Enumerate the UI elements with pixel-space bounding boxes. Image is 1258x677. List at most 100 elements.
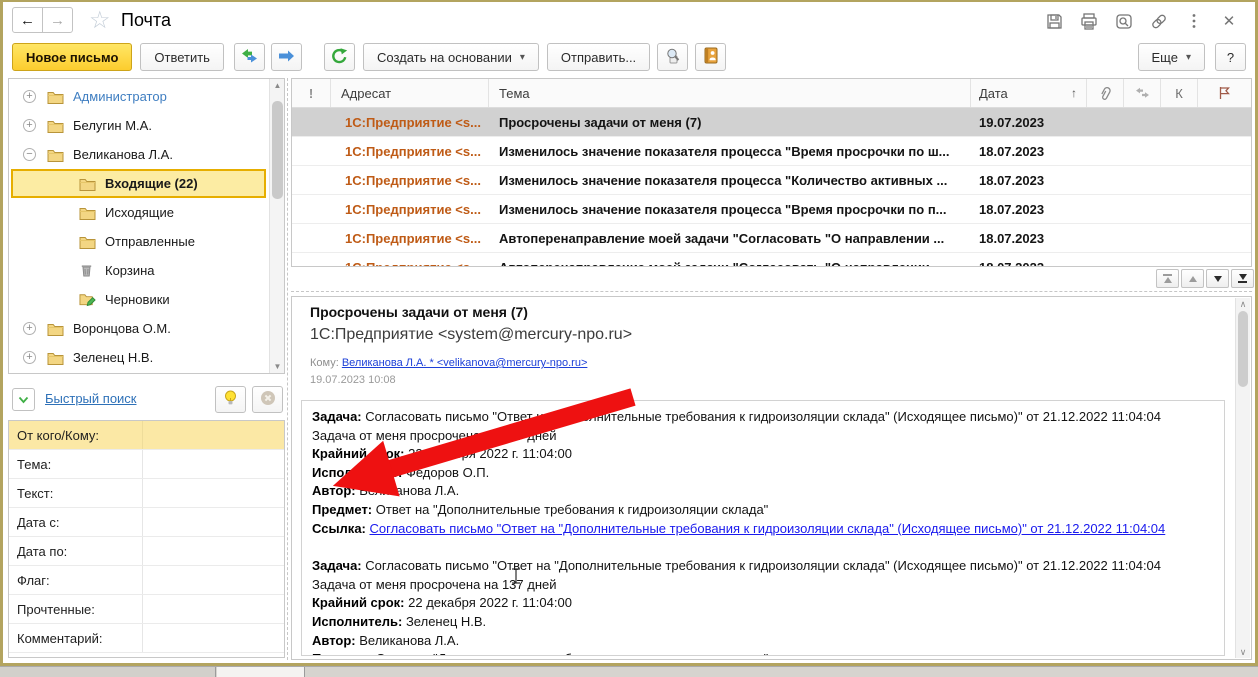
scroll-down-button[interactable]	[1206, 269, 1229, 288]
expand-toggle-icon[interactable]: +	[23, 322, 36, 335]
body-line: Ссылка: Согласовать письмо "Ответ на "До…	[312, 520, 1214, 539]
preview-icon[interactable]	[1114, 11, 1134, 31]
scroll-down-icon[interactable]: ▼	[270, 360, 284, 373]
close-icon[interactable]: ✕	[1219, 11, 1239, 31]
filter-value-input[interactable]	[143, 624, 284, 652]
sidebar-folder-item[interactable]: + Зеленец Н.В.	[9, 343, 268, 372]
sidebar-folder-item[interactable]: + Белугин М.А.	[9, 111, 268, 140]
horizontal-splitter[interactable]	[291, 291, 1252, 292]
sidebar-item-label: Корзина	[105, 263, 155, 278]
column-attachment[interactable]	[1087, 79, 1124, 107]
filter-value-input[interactable]	[143, 479, 284, 507]
more-menu-icon[interactable]	[1184, 11, 1204, 31]
scroll-up-button[interactable]	[1181, 269, 1204, 288]
scroll-to-top-button[interactable]	[1156, 269, 1179, 288]
save-icon[interactable]	[1044, 11, 1064, 31]
body-line: Автор: Великанова Л.А.	[312, 632, 460, 648]
preview-sender: 1С:Предприятие <system@mercury-npo.ru>	[310, 326, 633, 343]
sidebar-folder-item[interactable]: + Воронцова О.М.	[9, 314, 268, 343]
column-replied[interactable]	[1124, 79, 1161, 107]
column-copy[interactable]: К	[1161, 79, 1198, 107]
body-line: Задача: Согласовать письмо "Ответ на "До…	[312, 558, 1162, 574]
expand-toggle-icon[interactable]: +	[23, 351, 36, 364]
sidebar-item-label: Великанова Л.А.	[73, 147, 173, 162]
folder-icon	[47, 118, 64, 133]
send-button[interactable]: Отправить...	[546, 43, 651, 71]
search-icon	[664, 48, 681, 67]
folder-icon	[79, 176, 96, 191]
mail-list-row[interactable]: 1С:Предприятие <s... Просрочены задачи от…	[292, 108, 1251, 137]
sidebar-folder-item[interactable]: Корзина	[9, 256, 268, 285]
filter-label: Дата по:	[9, 537, 143, 565]
filter-value-input[interactable]	[143, 595, 284, 623]
column-importance[interactable]: !	[292, 79, 331, 107]
expand-toggle-icon[interactable]: −	[23, 148, 36, 161]
column-addressee[interactable]: Адресат	[331, 79, 489, 107]
sidebar-folder-item[interactable]: Исходящие	[9, 198, 268, 227]
reply-button[interactable]: Ответить	[140, 43, 224, 71]
clear-search-button[interactable]	[252, 386, 283, 413]
sidebar-item-label: Администратор	[73, 89, 167, 104]
column-flag[interactable]	[1198, 79, 1251, 107]
sidebar-folder-item[interactable]: − Великанова Л.А.	[9, 140, 268, 169]
filter-value-input[interactable]	[143, 566, 284, 594]
column-date[interactable]: Дата ↑	[971, 79, 1087, 107]
quick-search-header: Быстрый поиск	[8, 386, 285, 416]
refresh-button[interactable]	[323, 43, 355, 71]
filter-value-input[interactable]	[143, 450, 284, 478]
mail-list-row[interactable]: 1С:Предприятие <s... Изменилось значение …	[292, 137, 1251, 166]
tree-scrollbar-thumb[interactable]	[272, 101, 283, 199]
quick-search-toggle-button[interactable]	[12, 388, 35, 411]
recipient-link[interactable]: Великанова Л.А. * <velikanova@mercury-np…	[342, 357, 588, 369]
preview-scrollbar[interactable]: ∧ ∨	[1235, 298, 1250, 658]
create-based-on-button[interactable]: Создать на основании	[362, 43, 539, 71]
sidebar-folder-item[interactable]: + Администратор	[9, 82, 268, 111]
more-button[interactable]: Еще	[1137, 43, 1205, 71]
new-mail-button[interactable]: Новое письмо	[12, 43, 133, 71]
scroll-up-icon[interactable]: ∧	[1236, 298, 1250, 310]
scroll-down-icon[interactable]: ∨	[1236, 646, 1250, 658]
reply-all-icon	[240, 48, 259, 66]
filter-value-input[interactable]	[143, 508, 284, 536]
forward-arrow-icon: →	[50, 11, 65, 29]
forward-mail-button[interactable]	[270, 43, 302, 71]
task-link[interactable]: Согласовать письмо "Ответ на "Дополнител…	[370, 521, 1166, 536]
print-icon[interactable]	[1079, 11, 1099, 31]
sidebar-folder-item[interactable]: Входящие (22)	[11, 169, 266, 198]
filter-value-input[interactable]	[143, 537, 284, 565]
status-cell	[1124, 166, 1161, 194]
mail-list-row[interactable]: 1С:Предприятие <s... Изменилось значение …	[292, 166, 1251, 195]
scroll-to-bottom-button[interactable]	[1231, 269, 1254, 288]
mail-list-row[interactable]: 1С:Предприятие <s... Автоперенаправление …	[292, 224, 1251, 253]
column-label: К	[1175, 85, 1183, 101]
search-mail-button[interactable]	[657, 43, 689, 71]
sidebar-folder-item[interactable]: Отправленные	[9, 227, 268, 256]
preview-scrollbar-thumb[interactable]	[1238, 311, 1248, 387]
hint-bulb-button[interactable]	[215, 386, 246, 413]
favorite-star-icon[interactable]: ☆	[89, 6, 111, 35]
expand-toggle-icon[interactable]: +	[23, 119, 36, 132]
help-button[interactable]: ?	[1215, 43, 1246, 71]
link-icon[interactable]	[1149, 11, 1169, 31]
sidebar-folder-item[interactable]: Черновики	[9, 285, 268, 314]
filter-row	[9, 653, 284, 657]
column-subject[interactable]: Тема	[489, 79, 971, 107]
forward-button[interactable]: →	[42, 7, 73, 33]
reply-all-button[interactable]	[233, 43, 265, 71]
vertical-splitter[interactable]	[287, 78, 288, 660]
filter-label: От кого/Кому:	[9, 421, 143, 449]
address-book-button[interactable]	[695, 43, 727, 71]
mail-list-row[interactable]: 1С:Предприятие <s... Изменилось значение …	[292, 195, 1251, 224]
back-button[interactable]: ←	[12, 7, 43, 33]
date-cell: 18.07.2023	[979, 230, 1045, 246]
background-window-strip	[0, 666, 1258, 677]
scroll-up-icon[interactable]: ▲	[270, 79, 284, 92]
quick-search-link[interactable]: Быстрый поиск	[45, 391, 137, 406]
sidebar-item-label: Черновики	[105, 292, 170, 307]
filter-value-input[interactable]	[143, 421, 284, 449]
clear-circle-icon	[260, 390, 276, 409]
status-cell	[1198, 253, 1251, 266]
mail-list-row[interactable]: 1С:Предприятие <s... Автоперенаправление …	[292, 253, 1251, 266]
tree-scrollbar[interactable]: ▲ ▼	[269, 79, 284, 373]
expand-toggle-icon[interactable]: +	[23, 90, 36, 103]
